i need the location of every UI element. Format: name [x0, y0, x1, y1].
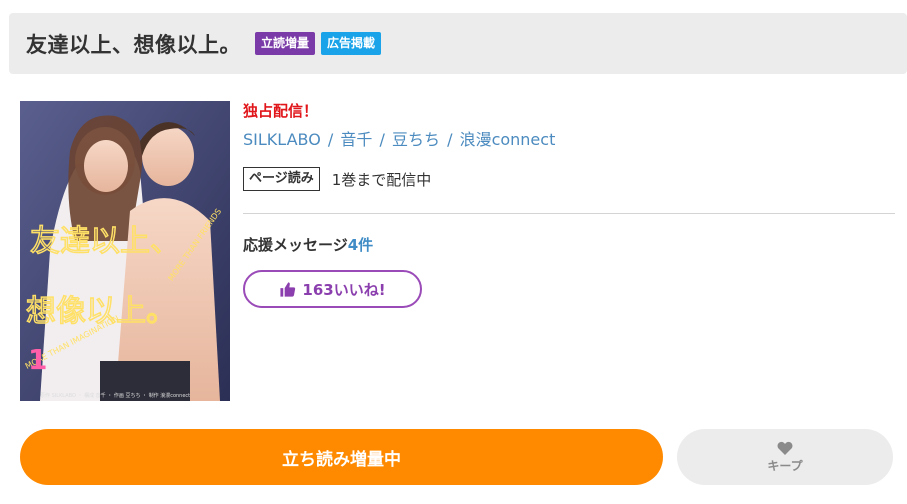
author-list: SILKLABO / 音千 / 豆ちち / 浪漫connect: [243, 128, 895, 152]
svg-text:1: 1: [28, 343, 47, 376]
keep-label: キープ: [767, 458, 803, 473]
page-title: 友達以上、想像以上。: [26, 32, 241, 57]
svg-text:原作 SILKLABO ・ 構成 音千 ・ 作画 豆ちち ・: 原作 SILKLABO ・ 構成 音千 ・ 作画 豆ちち ・ 制作 浪漫conn…: [40, 392, 190, 399]
like-count-label: 163いいね!: [302, 280, 386, 299]
svg-text:友達以上、: 友達以上、: [30, 224, 180, 259]
tag-ad: 広告掲載: [321, 32, 382, 55]
author-separator: /: [327, 130, 334, 149]
author-link-romanconnect[interactable]: 浪漫connect: [460, 130, 556, 149]
thumbs-up-icon: [280, 281, 296, 297]
reading-format-row: ページ読み 1巻まで配信中: [243, 166, 895, 192]
author-link-mamechichi[interactable]: 豆ちち: [392, 130, 440, 149]
page-reading-badge: ページ読み: [243, 167, 320, 191]
support-messages[interactable]: 応援メッセージ4件: [243, 234, 895, 256]
trial-read-button[interactable]: 立ち読み増量中: [20, 429, 663, 485]
cover-illustration: 友達以上、 想像以上。 MORE THAN FRIENDS MORE THAN …: [20, 101, 230, 401]
author-link-onsen[interactable]: 音千: [340, 130, 372, 149]
divider: [243, 213, 895, 214]
keep-button[interactable]: キープ: [677, 429, 893, 485]
like-button[interactable]: 163いいね!: [243, 270, 422, 308]
exclusive-label: 独占配信！: [243, 102, 319, 120]
author-link-silklabo[interactable]: SILKLABO: [243, 130, 321, 149]
support-label: 応援メッセージ: [243, 236, 348, 254]
title-bar: 友達以上、想像以上。 立読増量 広告掲載: [9, 13, 907, 74]
trial-read-label: 立ち読み増量中: [282, 449, 401, 470]
delivery-status: 1巻まで配信中: [331, 170, 432, 189]
author-separator: /: [447, 130, 453, 149]
cover-image[interactable]: 友達以上、 想像以上。 MORE THAN FRIENDS MORE THAN …: [20, 101, 230, 401]
support-count[interactable]: 4件: [348, 236, 373, 254]
book-info: 独占配信！ SILKLABO / 音千 / 豆ちち / 浪漫connect ペー…: [243, 100, 895, 308]
heart-icon: [777, 441, 793, 455]
author-separator: /: [379, 130, 385, 149]
tag-trial-increase: 立読増量: [255, 32, 316, 55]
